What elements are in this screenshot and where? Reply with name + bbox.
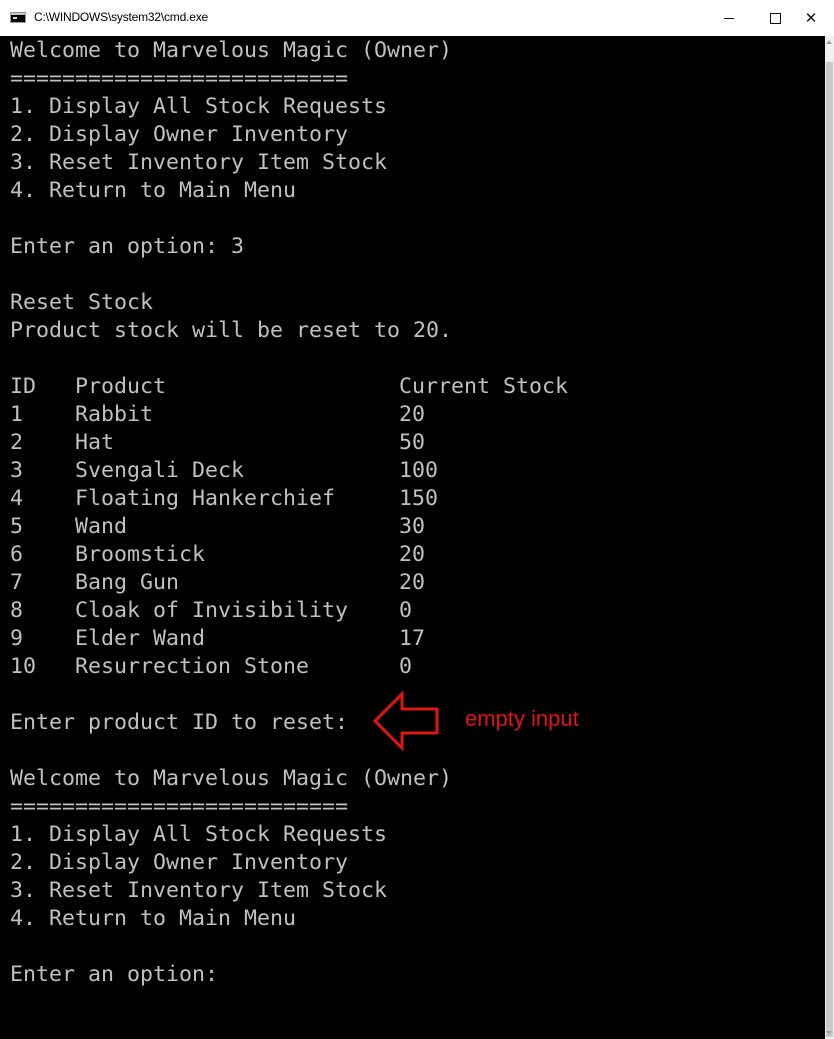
table-row: 7 Bang Gun 20 — [10, 569, 810, 597]
row-product: Broomstick — [75, 542, 206, 567]
close-button[interactable]: ✕ — [788, 0, 834, 36]
row-product: Rabbit — [75, 402, 154, 427]
table-header: ID Product Current Stock — [10, 373, 810, 401]
menu-item-4-2: 4. Return to Main Menu — [10, 906, 297, 931]
scroll-thumb[interactable] — [826, 62, 833, 1037]
row-product: Bang Gun — [75, 570, 180, 595]
table-row: 8 Cloak of Invisibility 0 — [10, 597, 810, 625]
row-stock: 150 — [399, 486, 439, 511]
table-row: 1 Rabbit 20 — [10, 401, 810, 429]
minimize-button[interactable] — [706, 0, 752, 36]
row-stock: 30 — [399, 514, 426, 539]
header-id: ID — [10, 374, 37, 399]
close-icon: ✕ — [804, 8, 818, 27]
row-stock: 20 — [399, 402, 426, 427]
cmd-app-icon[interactable] — [10, 12, 26, 23]
option-prompt-2: Enter an option: — [10, 962, 219, 987]
row-id: 6 — [10, 542, 24, 567]
left-arrow-outline-icon — [372, 690, 439, 752]
option-prompt: Enter an option: 3 — [10, 234, 245, 259]
table-row: 2 Hat 50 — [10, 429, 810, 457]
row-product: Svengali Deck — [75, 458, 245, 483]
minimize-icon — [724, 17, 734, 19]
menu-item-1-2: 1. Display All Stock Requests — [10, 822, 388, 847]
row-stock: 50 — [399, 430, 426, 455]
reset-id-prompt: Enter product ID to reset: — [10, 710, 349, 735]
scroll-up-arrow-icon[interactable] — [826, 40, 832, 44]
row-stock: 100 — [399, 458, 439, 483]
row-id: 4 — [10, 486, 24, 511]
maximize-icon — [769, 12, 781, 24]
table-row: 4 Floating Hankerchief 150 — [10, 485, 810, 513]
separator-line: ========================== — [10, 66, 349, 91]
empty-input-annotation: empty input — [465, 706, 579, 731]
separator-line-2: ========================== — [10, 794, 349, 819]
header-product: Product — [75, 374, 167, 399]
row-product: Hat — [75, 430, 115, 455]
row-id: 2 — [10, 430, 24, 455]
row-stock: 20 — [399, 542, 426, 567]
reset-stock-title: Reset Stock — [10, 290, 154, 315]
row-id: 3 — [10, 458, 24, 483]
row-id: 8 — [10, 598, 24, 623]
row-stock: 20 — [399, 570, 426, 595]
menu-item-3-2: 3. Reset Inventory Item Stock — [10, 878, 388, 903]
menu-item-1: 1. Display All Stock Requests — [10, 94, 388, 119]
row-id: 10 — [10, 654, 37, 679]
row-product: Cloak of Invisibility — [75, 598, 349, 623]
scroll-down-arrow-icon[interactable] — [826, 1031, 832, 1035]
vertical-scrollbar[interactable] — [825, 36, 834, 1039]
table-row: 6 Broomstick 20 — [10, 541, 810, 569]
menu-item-2: 2. Display Owner Inventory — [10, 122, 349, 147]
row-id: 5 — [10, 514, 24, 539]
row-stock: 0 — [399, 654, 413, 679]
menu-item-4: 4. Return to Main Menu — [10, 178, 297, 203]
row-id: 1 — [10, 402, 24, 427]
row-id: 7 — [10, 570, 24, 595]
menu-item-2-2: 2. Display Owner Inventory — [10, 850, 349, 875]
reset-stock-note: Product stock will be reset to 20. — [10, 318, 453, 343]
welcome-heading: Welcome to Marvelous Magic (Owner) — [10, 38, 453, 63]
window-title: C:\WINDOWS\system32\cmd.exe — [34, 10, 208, 24]
row-product: Resurrection Stone — [75, 654, 310, 679]
table-row: 3 Svengali Deck 100 — [10, 457, 810, 485]
row-stock: 17 — [399, 626, 426, 651]
row-product: Floating Hankerchief — [75, 486, 336, 511]
table-row: 5 Wand 30 — [10, 513, 810, 541]
menu-item-3: 3. Reset Inventory Item Stock — [10, 150, 388, 175]
header-current-stock: Current Stock — [399, 374, 569, 399]
window-titlebar[interactable]: C:\WINDOWS\system32\cmd.exe ✕ — [0, 0, 834, 37]
row-id: 9 — [10, 626, 24, 651]
welcome-heading-2: Welcome to Marvelous Magic (Owner) — [10, 766, 453, 791]
row-stock: 0 — [399, 598, 413, 623]
console-output[interactable]: Welcome to Marvelous Magic (Owner) =====… — [0, 36, 825, 1039]
table-row: 10 Resurrection Stone 0 — [10, 653, 810, 681]
table-row: 9 Elder Wand 17 — [10, 625, 810, 653]
row-product: Wand — [75, 514, 128, 539]
row-product: Elder Wand — [75, 626, 206, 651]
